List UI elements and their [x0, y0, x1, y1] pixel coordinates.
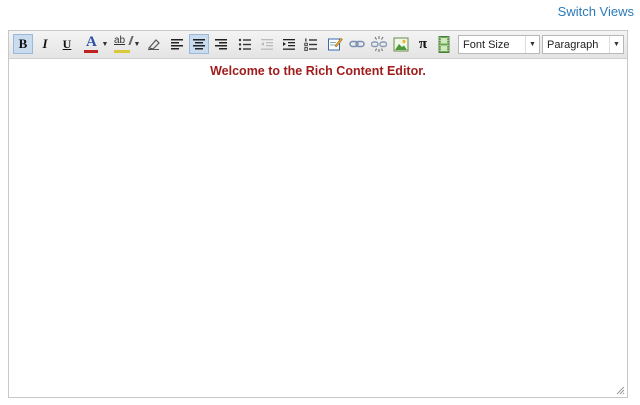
editor-toolbar: B I U A ▼ ab ▼ π Font Size ▼ Paragraph ▼ [9, 31, 627, 59]
rich-content-editor: B I U A ▼ ab ▼ π Font Size ▼ Paragraph ▼… [8, 30, 628, 398]
font-color-dropdown-arrow[interactable]: ▼ [101, 34, 109, 54]
align-left-icon [171, 39, 183, 50]
format-label: Paragraph [547, 39, 599, 51]
insert-media-button[interactable] [434, 34, 454, 54]
highlight-color-icon: ab [113, 35, 134, 53]
underline-button[interactable]: U [57, 34, 77, 54]
pi-icon: π [418, 35, 428, 52]
welcome-message: Welcome to the Rich Content Editor. [210, 64, 426, 78]
font-color-button[interactable]: A [81, 34, 101, 54]
align-right-icon [215, 39, 227, 50]
font-size-select[interactable]: Font Size ▼ [458, 35, 540, 54]
insert-link-button[interactable] [347, 34, 367, 54]
unlink-icon [371, 36, 387, 52]
highlight-color-button[interactable]: ab [112, 34, 134, 54]
numbered-list-button[interactable] [301, 34, 321, 54]
highlight-dropdown-arrow[interactable]: ▼ [133, 34, 141, 54]
outdent-button[interactable] [257, 34, 277, 54]
chevron-down-icon: ▼ [609, 36, 623, 53]
underline-icon: U [62, 36, 72, 51]
image-icon [393, 37, 409, 51]
edit-note-icon [328, 37, 343, 51]
font-size-label: Font Size [463, 39, 510, 51]
switch-views-link[interactable]: Switch Views [558, 4, 634, 19]
bold-button[interactable]: B [13, 34, 33, 54]
bold-icon: B [18, 36, 28, 51]
clear-formatting-button[interactable] [144, 34, 164, 54]
font-color-icon: A [83, 34, 99, 53]
outdent-icon [261, 38, 273, 50]
align-right-button[interactable] [211, 34, 231, 54]
resize-handle-icon[interactable] [616, 386, 625, 395]
indent-button[interactable] [279, 34, 299, 54]
italic-button[interactable]: I [35, 34, 55, 54]
bullet-list-icon [238, 38, 251, 50]
align-center-icon [193, 39, 205, 50]
italic-icon: I [42, 36, 48, 51]
film-icon [438, 35, 450, 53]
numbered-list-icon [304, 38, 317, 51]
format-select[interactable]: Paragraph ▼ [542, 35, 624, 54]
editor-content-area[interactable]: Welcome to the Rich Content Editor. [10, 59, 626, 396]
align-left-button[interactable] [167, 34, 187, 54]
link-icon [349, 40, 365, 48]
align-center-button[interactable] [189, 34, 209, 54]
remove-link-button[interactable] [369, 34, 389, 54]
indent-icon [283, 38, 295, 50]
bullet-list-button[interactable] [235, 34, 255, 54]
insert-math-button[interactable]: π [413, 34, 433, 54]
chevron-down-icon: ▼ [525, 36, 539, 53]
edit-note-button[interactable] [325, 34, 345, 54]
insert-image-button[interactable] [391, 34, 411, 54]
eraser-icon [147, 39, 160, 50]
